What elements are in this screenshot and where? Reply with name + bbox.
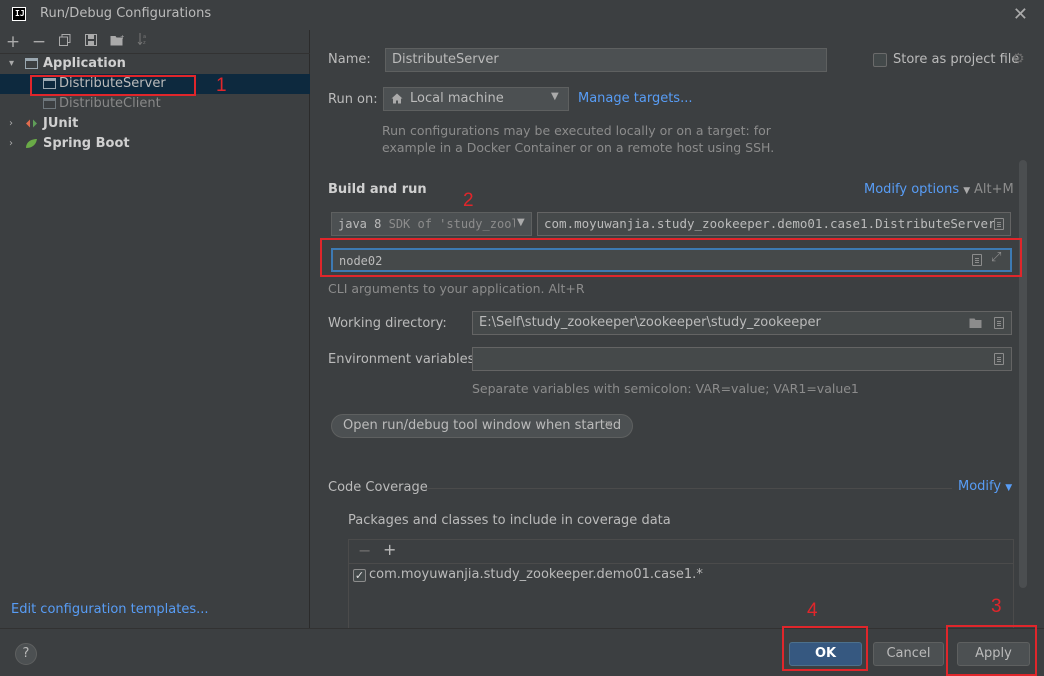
add-icon[interactable]: +	[3, 32, 23, 52]
help-button[interactable]: ?	[15, 643, 37, 665]
svg-text:z: z	[143, 40, 146, 46]
edit-configuration-templates-link[interactable]: Edit configuration templates...	[11, 602, 209, 617]
apply-button[interactable]: Apply	[957, 642, 1030, 666]
environment-variables-hint: Separate variables with semicolon: VAR=v…	[472, 381, 859, 396]
junit-icon	[26, 119, 37, 128]
gear-icon[interactable]: ⚙	[1012, 51, 1025, 67]
browse-icon[interactable]	[994, 218, 1004, 230]
insert-macro-icon[interactable]	[994, 317, 1004, 329]
scrollbar[interactable]	[1019, 160, 1027, 588]
annotation-number-3: 3	[991, 596, 1002, 617]
chevron-down-icon: ▼	[963, 186, 971, 196]
working-directory-input[interactable]: E:\Self\study_zookeeper\zookeeper\study_…	[472, 311, 1012, 335]
run-on-hint: Run configurations may be executed local…	[382, 123, 775, 155]
annotation-number-2: 2	[463, 190, 474, 211]
manage-targets-link[interactable]: Manage targets...	[578, 91, 692, 106]
home-icon	[391, 93, 403, 104]
edit-environment-icon[interactable]	[994, 353, 1004, 365]
tree-item-distributeserver[interactable]: DistributeServer	[0, 74, 310, 94]
chevron-right-icon[interactable]: ›	[9, 134, 19, 154]
chevron-down-icon[interactable]: ▼	[551, 91, 559, 102]
code-coverage-separator	[426, 488, 952, 489]
close-icon[interactable]: ✕	[1013, 4, 1028, 25]
folder-icon[interactable]	[969, 317, 983, 329]
folder-icon[interactable]: +	[107, 32, 127, 52]
build-and-run-heading: Build and run	[328, 182, 427, 197]
name-input[interactable]: DistributeServer	[385, 48, 827, 72]
tree-item-label: DistributeClient	[59, 96, 161, 111]
tree-item-label: JUnit	[43, 116, 79, 131]
spring-boot-icon	[26, 139, 37, 148]
coverage-modify-label: Modify	[958, 479, 1002, 494]
coverage-entry-checkbox[interactable]: ✓	[353, 569, 366, 582]
name-label: Name:	[328, 52, 371, 67]
store-as-project-file-checkbox[interactable]	[873, 53, 887, 67]
chevron-down-icon: ▼	[1005, 483, 1013, 493]
maximize-icon[interactable]: ⤢	[991, 250, 1001, 265]
coverage-packages-list: − + ✓ com.moyuwanjia.study_zookeeper.dem…	[348, 539, 1014, 631]
window-title: Run/Debug Configurations	[40, 6, 212, 21]
application-icon	[43, 98, 56, 109]
modify-options-label: Modify options	[864, 182, 960, 197]
tree-group-junit[interactable]: › JUnit	[0, 114, 310, 134]
remove-icon[interactable]: −	[29, 32, 49, 52]
open-tool-window-chip[interactable]: Open run/debug tool window when started	[331, 414, 634, 438]
add-icon[interactable]: +	[383, 540, 396, 559]
svg-text:+: +	[120, 34, 124, 41]
cancel-button[interactable]: Cancel	[873, 642, 944, 666]
copy-icon[interactable]	[55, 32, 75, 52]
application-icon	[25, 58, 38, 69]
sdk-value: java 8	[338, 217, 382, 231]
sort-icon[interactable]: az	[133, 32, 153, 52]
coverage-list-toolbar: − +	[349, 540, 1013, 564]
program-arguments-input[interactable]: node02	[331, 248, 1012, 272]
intellij-logo-icon: IJ	[12, 7, 26, 21]
program-arguments-hint: CLI arguments to your application. Alt+R	[328, 281, 585, 296]
tree-item-label: Spring Boot	[43, 136, 130, 151]
sdk-dropdown[interactable]: java 8 SDK of 'study_zool	[331, 212, 532, 236]
chevron-down-icon[interactable]: ▼	[515, 217, 525, 228]
title-bar: IJ Run/Debug Configurations ✕	[0, 0, 1044, 30]
coverage-entry-label: com.moyuwanjia.study_zookeeper.demo01.ca…	[369, 567, 703, 582]
annotation-number-4: 4	[807, 600, 818, 621]
ok-button[interactable]: OK	[789, 642, 862, 666]
dialog-footer: ? OK Cancel Apply	[0, 628, 1044, 676]
configurations-panel: + − + az ▾ Application DistributeServer …	[0, 30, 310, 628]
environment-variables-label: Environment variables:	[328, 352, 479, 367]
coverage-modify-link[interactable]: Modify ▼	[958, 479, 1012, 494]
coverage-packages-label: Packages and classes to include in cover…	[348, 513, 671, 528]
expand-text-icon[interactable]	[972, 254, 982, 266]
sdk-detail: SDK of 'study_zool	[388, 217, 519, 231]
modify-options-shortcut: Alt+M	[974, 182, 1014, 197]
working-directory-label: Working directory:	[328, 316, 447, 331]
chevron-down-icon[interactable]: ▾	[9, 54, 19, 74]
run-on-dropdown[interactable]: Local machine	[383, 87, 569, 111]
store-as-project-file-label: Store as project file	[893, 52, 1020, 67]
save-icon[interactable]	[81, 32, 101, 52]
tree-item-distributeclient[interactable]: DistributeClient	[0, 94, 310, 114]
run-on-label: Run on:	[328, 92, 378, 107]
run-on-value: Local machine	[410, 91, 504, 106]
environment-variables-input[interactable]	[472, 347, 1012, 371]
application-icon	[43, 78, 56, 89]
configurations-toolbar: + − + az	[0, 30, 310, 54]
tree-group-application[interactable]: ▾ Application	[0, 54, 310, 74]
tree-group-spring-boot[interactable]: › Spring Boot	[0, 134, 310, 154]
remove-icon[interactable]: −	[358, 541, 371, 560]
code-coverage-heading: Code Coverage	[328, 480, 428, 495]
main-class-input[interactable]: com.moyuwanjia.study_zookeeper.demo01.ca…	[537, 212, 1011, 236]
tree-item-label: DistributeServer	[59, 76, 166, 91]
annotation-number-1: 1	[216, 75, 227, 96]
tree-item-label: Application	[43, 56, 126, 71]
chevron-right-icon[interactable]: ›	[9, 114, 19, 134]
modify-options-link[interactable]: Modify options ▼	[864, 182, 970, 197]
remove-chip-icon[interactable]: ✕	[604, 418, 613, 431]
